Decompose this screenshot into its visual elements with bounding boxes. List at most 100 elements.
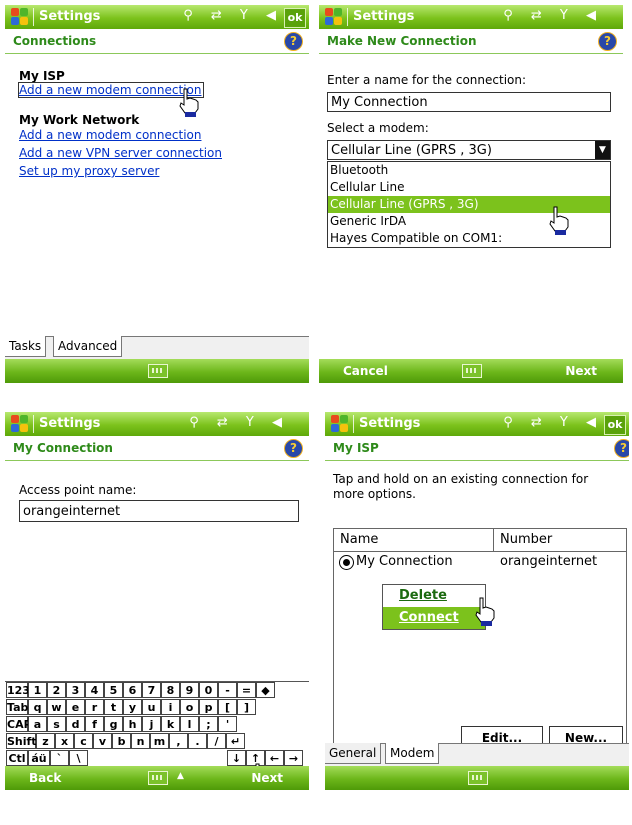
keyboard-key[interactable]: →	[284, 750, 303, 766]
help-icon[interactable]: ?	[614, 439, 629, 458]
back-button[interactable]: Back	[29, 771, 61, 785]
keyboard-icon[interactable]	[148, 364, 168, 378]
link-add-vpn[interactable]: Add a new VPN server connection	[19, 146, 222, 160]
keyboard-up-arrow-icon[interactable]: ▲	[177, 771, 184, 781]
keyboard-key[interactable]: m	[150, 733, 169, 749]
keyboard-key[interactable]: 123	[6, 682, 30, 698]
windows-start-icon[interactable]	[325, 8, 343, 26]
tab-general[interactable]: General	[325, 743, 382, 764]
keyboard-key[interactable]: ◆	[256, 682, 275, 698]
help-icon[interactable]: ?	[284, 32, 303, 51]
windows-start-icon[interactable]	[331, 415, 349, 433]
keyboard-key[interactable]: 3	[66, 682, 85, 698]
ok-button[interactable]: ok	[604, 415, 626, 435]
link-proxy-server[interactable]: Set up my proxy server	[19, 164, 159, 178]
keyboard-key[interactable]: a	[28, 716, 47, 732]
keyboard-key[interactable]: =	[237, 682, 256, 698]
keyboard-key[interactable]: 2	[47, 682, 66, 698]
modem-option[interactable]: Cellular Line	[328, 179, 610, 196]
keyboard-key[interactable]: ]	[237, 699, 256, 715]
keyboard-key[interactable]: -	[218, 682, 237, 698]
keyboard-key[interactable]: CAP	[6, 716, 32, 732]
menu-item-delete[interactable]: Delete	[383, 585, 485, 607]
tab-advanced[interactable]: Advanced	[53, 336, 123, 357]
windows-start-icon[interactable]	[11, 415, 29, 433]
modem-selected-value: Cellular Line (GPRS , 3G)	[331, 143, 492, 158]
keyboard-key[interactable]: 9	[180, 682, 199, 698]
selected-radio-icon[interactable]	[339, 555, 354, 570]
keyboard-key[interactable]: áü	[28, 750, 50, 766]
tab-strip: Tasks Advanced	[5, 336, 309, 359]
next-button[interactable]: Next	[565, 364, 597, 378]
keyboard-key[interactable]: ,	[169, 733, 188, 749]
keyboard-key[interactable]: x	[55, 733, 74, 749]
link-add-modem-work[interactable]: Add a new modem connection	[19, 128, 201, 142]
keyboard-key[interactable]: e	[66, 699, 85, 715]
next-button[interactable]: Next	[251, 771, 283, 785]
keyboard-key[interactable]: d	[66, 716, 85, 732]
table-row[interactable]: My Connection orangeinternet	[334, 553, 626, 571]
keyboard-key[interactable]: q	[28, 699, 47, 715]
keyboard-key[interactable]: k	[161, 716, 180, 732]
connection-name-cell: My Connection	[356, 554, 453, 569]
menu-item-connect[interactable]: Connect	[383, 607, 485, 629]
keyboard-key[interactable]: r	[85, 699, 104, 715]
keyboard-key[interactable]: 1	[28, 682, 47, 698]
keyboard-key[interactable]: s	[47, 716, 66, 732]
keyboard-key[interactable]: Tab	[6, 699, 28, 715]
keyboard-key[interactable]: 7	[142, 682, 161, 698]
modem-option[interactable]: Bluetooth	[328, 162, 610, 179]
keyboard-key[interactable]: 5	[104, 682, 123, 698]
keyboard-key[interactable]: w	[47, 699, 66, 715]
keyboard-key[interactable]: i	[161, 699, 180, 715]
column-header-name[interactable]: Name	[334, 529, 494, 551]
keyboard-key[interactable]: 8	[161, 682, 180, 698]
keyboard-key[interactable]: 4	[85, 682, 104, 698]
keyboard-key[interactable]: Ctl	[6, 750, 28, 766]
keyboard-key[interactable]: v	[93, 733, 112, 749]
help-icon[interactable]: ?	[284, 439, 303, 458]
dropdown-arrow-icon[interactable]: ▼	[595, 141, 610, 159]
apn-input[interactable]: orangeinternet	[19, 500, 299, 522]
keyboard-key[interactable]: 0	[199, 682, 218, 698]
tab-tasks[interactable]: Tasks	[5, 336, 47, 357]
keyboard-key[interactable]: z	[36, 733, 55, 749]
keyboard-key[interactable]: `	[50, 750, 69, 766]
keyboard-key[interactable]: h	[123, 716, 142, 732]
keyboard-key[interactable]: y	[123, 699, 142, 715]
help-icon[interactable]: ?	[598, 32, 617, 51]
keyboard-key[interactable]: /	[207, 733, 226, 749]
tab-modem[interactable]: Modem	[385, 743, 440, 764]
keyboard-key[interactable]: u	[142, 699, 161, 715]
keyboard-key[interactable]: 6	[123, 682, 142, 698]
keyboard-icon[interactable]	[148, 771, 168, 785]
keyboard-key[interactable]: f	[85, 716, 104, 732]
keyboard-key[interactable]: ;	[199, 716, 218, 732]
keyboard-key[interactable]: [	[218, 699, 237, 715]
keyboard-icon[interactable]	[462, 364, 482, 378]
cancel-button[interactable]: Cancel	[343, 364, 388, 378]
keyboard-key[interactable]: ↵	[226, 733, 245, 749]
keyboard-icon[interactable]	[468, 771, 488, 785]
ok-button[interactable]: ok	[284, 8, 306, 28]
keyboard-key[interactable]: ↓	[227, 750, 246, 766]
keyboard-key[interactable]: c	[74, 733, 93, 749]
keyboard-key[interactable]: .	[188, 733, 207, 749]
link-add-modem-isp[interactable]: Add a new modem connection	[17, 82, 205, 98]
keyboard-key[interactable]: j	[142, 716, 161, 732]
keyboard-key[interactable]: b	[112, 733, 131, 749]
modem-dropdown[interactable]: Cellular Line (GPRS , 3G) ▼	[327, 140, 611, 160]
keyboard-key[interactable]: o	[180, 699, 199, 715]
connection-name-input[interactable]: My Connection	[327, 92, 611, 112]
keyboard-key[interactable]: g	[104, 716, 123, 732]
column-header-number[interactable]: Number	[494, 529, 552, 551]
keyboard-key[interactable]: l	[180, 716, 199, 732]
keyboard-key[interactable]: n	[131, 733, 150, 749]
keyboard-key[interactable]: p	[199, 699, 218, 715]
keyboard-key[interactable]: \	[69, 750, 88, 766]
status-icons: ⚲ ⇄ Y ◀	[189, 415, 289, 430]
keyboard-key[interactable]: '	[218, 716, 237, 732]
windows-start-icon[interactable]	[11, 8, 29, 26]
keyboard-key[interactable]: Shift	[6, 733, 37, 749]
keyboard-key[interactable]: t	[104, 699, 123, 715]
